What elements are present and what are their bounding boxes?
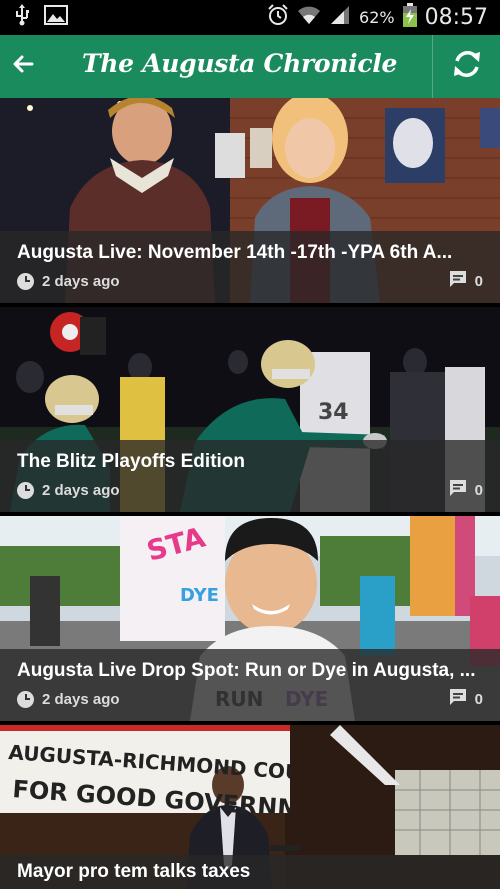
article-caption: Mayor pro tem talks taxes <box>0 855 500 889</box>
clock-icon <box>17 272 34 290</box>
svg-text:34: 34 <box>318 400 349 425</box>
refresh-button[interactable] <box>433 35 500 98</box>
clock-icon <box>17 481 34 499</box>
article-caption: The Blitz Playoffs Edition 2 days ago 0 <box>0 440 500 512</box>
arrow-back-icon <box>12 54 34 79</box>
refresh-icon <box>451 48 483 85</box>
comment-indicator[interactable]: 0 <box>449 270 483 293</box>
article-timestamp: 2 days ago <box>42 690 120 708</box>
comment-indicator[interactable]: 0 <box>449 479 483 502</box>
wifi-icon <box>297 5 321 30</box>
image-icon <box>44 5 68 30</box>
article-headline[interactable]: Mayor pro tem talks taxes <box>17 861 485 883</box>
signal-icon <box>329 5 351 30</box>
article-card[interactable]: STA DYE RUN DYE Augusta Live Drop Spot: … <box>0 516 500 721</box>
article-caption: Augusta Live Drop Spot: Run or Dye in Au… <box>0 649 500 721</box>
back-button[interactable] <box>0 35 46 98</box>
article-feed[interactable]: Augusta Live: November 14th -17th -YPA 6… <box>0 98 500 889</box>
comment-icon <box>449 479 467 502</box>
article-meta: 2 days ago 0 <box>17 688 483 711</box>
article-meta: 2 days ago 0 <box>17 479 483 502</box>
battery-icon <box>402 3 417 32</box>
article-headline[interactable]: The Blitz Playoffs Edition <box>17 451 485 473</box>
comment-count: 0 <box>474 272 483 290</box>
sign-text: AUGUSTA-RICHMOND COUNTY FOR GOOD GOVERNM… <box>8 740 290 813</box>
article-headline[interactable]: Augusta Live Drop Spot: Run or Dye in Au… <box>17 660 485 682</box>
article-card[interactable]: Augusta Live: November 14th -17th -YPA 6… <box>0 98 500 303</box>
article-timestamp: 2 days ago <box>42 272 120 290</box>
article-card[interactable]: 34 The Blitz Playoffs Edition 2 days ago… <box>0 307 500 512</box>
comment-count: 0 <box>474 690 483 708</box>
status-bar: 62% 08:57 <box>0 0 500 35</box>
article-timestamp: 2 days ago <box>42 481 120 499</box>
app-title-logo: The Augusta Chronicle <box>82 49 398 78</box>
comment-icon <box>449 688 467 711</box>
comment-count: 0 <box>474 481 483 499</box>
svg-text:DYE: DYE <box>180 585 219 606</box>
article-meta: 2 days ago 0 <box>17 270 483 293</box>
article-card[interactable]: AUGUSTA-RICHMOND COUNTY FOR GOOD GOVERNM… <box>0 725 500 889</box>
article-headline[interactable]: Augusta Live: November 14th -17th -YPA 6… <box>17 242 485 264</box>
alarm-icon <box>267 4 289 31</box>
clock-icon <box>17 690 34 708</box>
comment-indicator[interactable]: 0 <box>449 688 483 711</box>
app-bar: The Augusta Chronicle <box>0 35 500 98</box>
battery-percent: 62% <box>359 8 395 27</box>
article-caption: Augusta Live: November 14th -17th -YPA 6… <box>0 231 500 303</box>
comment-icon <box>449 270 467 293</box>
status-time: 08:57 <box>424 5 488 30</box>
usb-icon <box>14 4 30 31</box>
